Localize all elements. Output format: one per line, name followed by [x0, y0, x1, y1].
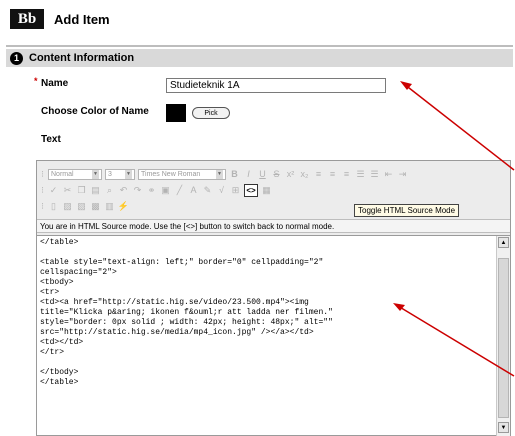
annotation-arrow-name: [403, 83, 515, 171]
annotation-arrow-code: [397, 305, 515, 377]
annotation-arrows: [393, 81, 515, 377]
